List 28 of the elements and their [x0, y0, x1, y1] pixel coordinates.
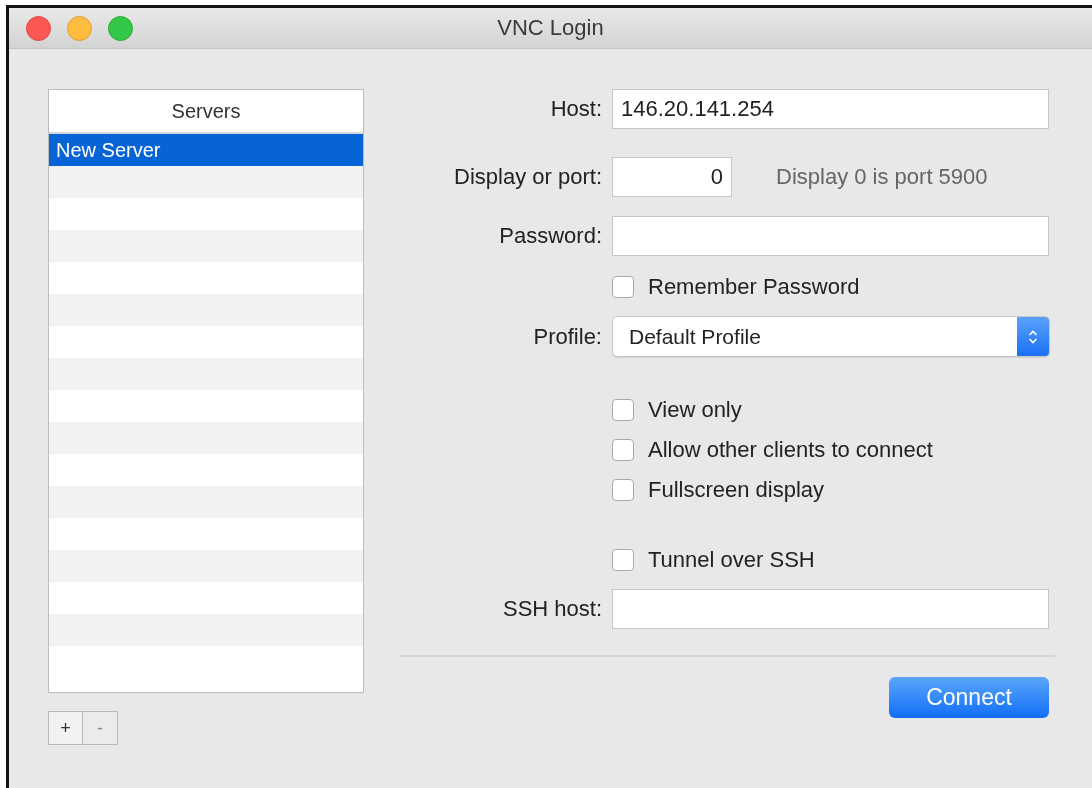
host-field[interactable]: 146.20.141.254 — [612, 89, 1049, 129]
zoom-button[interactable] — [108, 15, 133, 41]
checkbox[interactable] — [612, 276, 634, 298]
password-field[interactable] — [612, 216, 1049, 256]
close-button[interactable] — [26, 15, 51, 41]
ssh-host-field[interactable] — [612, 589, 1049, 629]
checkbox[interactable] — [612, 399, 634, 421]
field-label: Profile: — [532, 323, 602, 350]
checkbox-label: Allow other clients to connect — [648, 437, 933, 463]
minimize-button[interactable] — [67, 15, 92, 41]
checkbox[interactable] — [612, 549, 634, 571]
field-label: SSH host: — [501, 596, 602, 622]
port-note: Display 0 is port 5900 — [776, 164, 988, 190]
field-label: Display or port: — [453, 164, 602, 190]
profile-dropdown[interactable]: Default Profile — [612, 316, 1050, 357]
add-button[interactable]: + — [48, 711, 83, 745]
checkbox-label: Tunnel over SSH — [648, 547, 815, 573]
server-item[interactable]: New Server — [49, 134, 363, 166]
port-field[interactable]: 0 — [612, 157, 732, 197]
checkbox-label: View only — [648, 397, 742, 423]
field-label: Host: — [549, 96, 602, 122]
checkbox-label: Remember Password — [648, 274, 860, 300]
stepper-icon — [1017, 317, 1049, 356]
window-title: VNC Login — [497, 15, 604, 41]
checkbox[interactable] — [612, 439, 634, 461]
field-label: Password: — [498, 223, 602, 249]
checkbox[interactable] — [612, 479, 634, 501]
checkbox-label: Fullscreen display — [648, 477, 825, 503]
